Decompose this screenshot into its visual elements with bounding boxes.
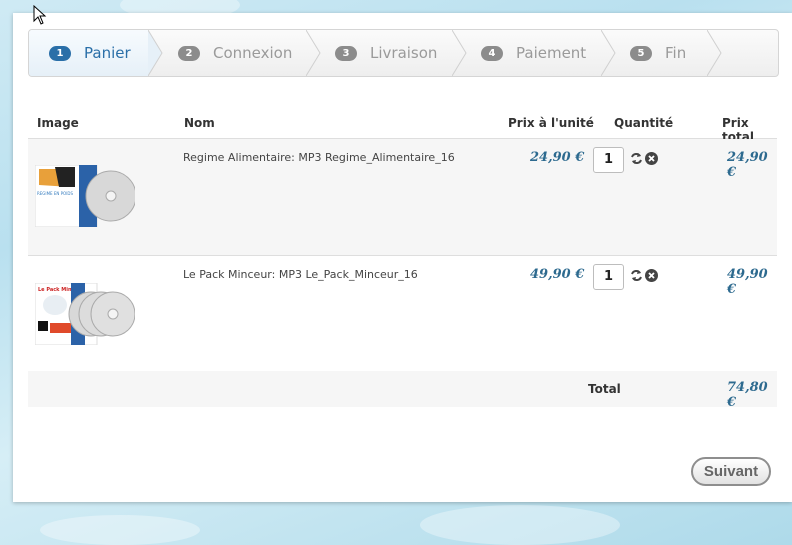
product-image: Le Pack Minceur [35, 283, 135, 345]
checkout-steps: 1 Panier 2 Connexion 3 Livraison 4 Paiem… [28, 29, 779, 77]
header-image: Image [37, 116, 79, 130]
refresh-icon[interactable] [630, 152, 643, 165]
step-payment[interactable]: 4 Paiement [481, 30, 586, 76]
step-separator-icon [601, 30, 616, 76]
header-quantity: Quantité [614, 116, 674, 130]
unit-price: 49,90 € [530, 267, 585, 282]
step-label: Fin [665, 44, 687, 62]
step-cart[interactable]: 1 Panier [49, 30, 131, 76]
step-number: 1 [49, 45, 71, 61]
mouse-cursor-icon [33, 5, 47, 25]
step-label: Panier [84, 44, 131, 62]
step-separator-icon [148, 30, 163, 76]
row-total-price: 24,90 € [727, 150, 768, 180]
total-value: 74,80 € [727, 380, 768, 410]
step-delivery[interactable]: 3 Livraison [335, 30, 437, 76]
step-number: 3 [335, 45, 357, 61]
product-image: REGIME EN POIDS [35, 165, 135, 227]
remove-icon[interactable] [645, 269, 658, 282]
table-row: REGIME EN POIDS Regime Alimentaire: MP3 … [28, 139, 777, 256]
product-image-label: REGIME EN POIDS [37, 191, 73, 196]
table-header: Image Nom Prix à l'unité Quantité Prix t… [28, 113, 777, 144]
step-separator-icon [707, 30, 722, 76]
quantity-input[interactable]: 1 [593, 147, 624, 173]
step-label: Connexion [213, 44, 293, 62]
step-login[interactable]: 2 Connexion [178, 30, 292, 76]
header-name: Nom [184, 116, 215, 130]
product-name[interactable]: Le Pack Minceur: MP3 Le_Pack_Minceur_16 [183, 268, 418, 281]
step-number: 5 [630, 45, 652, 61]
step-number: 2 [178, 45, 200, 61]
remove-icon[interactable] [645, 152, 658, 165]
unit-price: 24,90 € [530, 150, 585, 165]
step-number: 4 [481, 45, 503, 61]
cart-panel: 1 Panier 2 Connexion 3 Livraison 4 Paiem… [13, 13, 792, 502]
step-separator-icon [452, 30, 467, 76]
total-label: Total [588, 382, 621, 396]
total-row: Total 74,80 € [28, 371, 777, 410]
step-label: Paiement [516, 44, 587, 62]
header-unit-price: Prix à l'unité [508, 116, 594, 130]
table-row: Le Pack Minceur Le Pack Minceur: MP3 Le_… [28, 256, 777, 373]
step-end[interactable]: 5 Fin [630, 30, 686, 76]
step-separator-icon [306, 30, 321, 76]
next-button[interactable]: Suivant [691, 457, 771, 486]
row-total-price: 49,90 € [727, 267, 768, 297]
refresh-icon[interactable] [630, 269, 643, 282]
quantity-input[interactable]: 1 [593, 264, 624, 290]
step-label: Livraison [370, 44, 438, 62]
product-name[interactable]: Regime Alimentaire: MP3 Regime_Alimentai… [183, 151, 455, 164]
